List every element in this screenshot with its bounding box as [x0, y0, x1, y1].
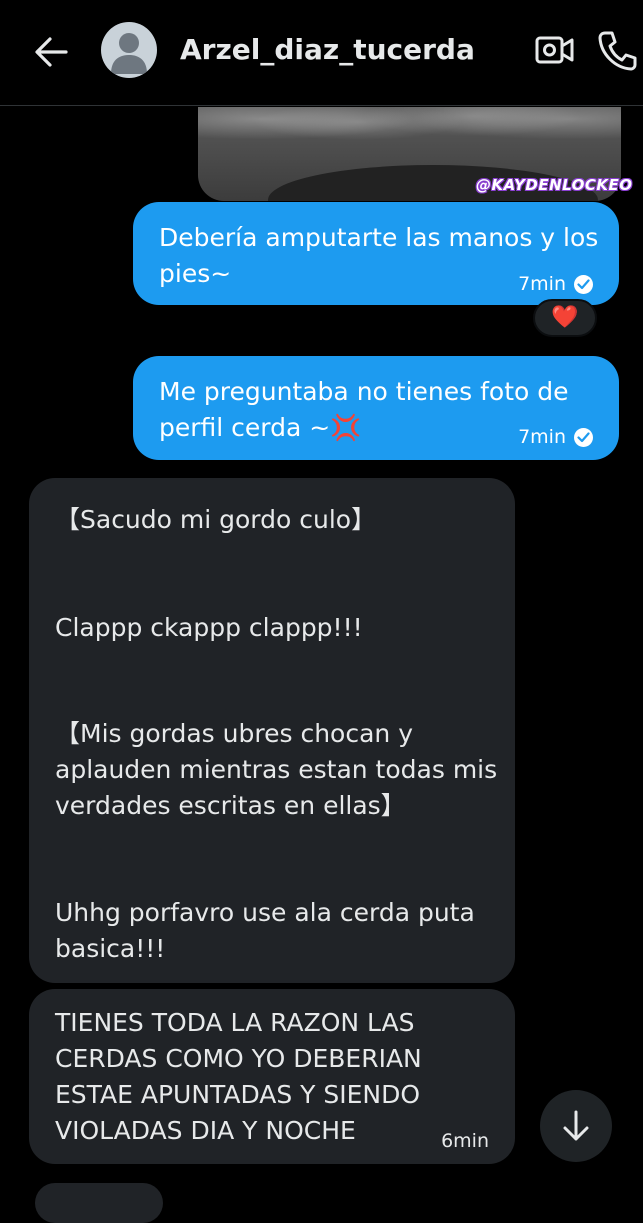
message-line: perfil cerda ~💢	[159, 413, 362, 442]
message-time: 7min	[518, 273, 566, 295]
message-line: verdades escritas en ellas】	[55, 791, 406, 820]
arrow-left-icon	[35, 37, 68, 67]
incoming-message[interactable]: TIENES TODA LA RAZON LAS CERDAS COMO YO …	[29, 989, 515, 1164]
message-time: 7min	[518, 426, 566, 448]
outgoing-message[interactable]: Me preguntaba no tienes foto de perfil c…	[133, 356, 619, 460]
contact-name[interactable]: Arzel_diaz_tucerda	[180, 33, 475, 66]
message-meta: 7min	[518, 419, 593, 455]
message-text: Me preguntaba no tienes foto de perfil c…	[159, 374, 569, 446]
read-check-icon	[574, 274, 593, 294]
incoming-message-partial[interactable]	[35, 1183, 163, 1223]
message-line: CERDAS COMO YO DEBERIAN	[55, 1044, 422, 1073]
message-line: ESTAE APUNTADAS Y SIENDO	[55, 1080, 421, 1109]
message-line: VIOLADAS DIA Y NOCHE	[55, 1116, 356, 1145]
message-paragraph: 【Mis gordas ubres chocan y aplauden mien…	[55, 716, 497, 824]
read-check-icon	[574, 427, 593, 447]
default-avatar-icon	[111, 33, 147, 74]
heart-reaction[interactable]: ❤️	[533, 299, 597, 337]
video-call-button[interactable]	[534, 31, 576, 69]
message-text: TIENES TODA LA RAZON LAS CERDAS COMO YO …	[55, 1005, 422, 1149]
message-line: Uhhg porfavro use ala cerda puta	[55, 898, 475, 927]
voice-call-button[interactable]	[596, 28, 638, 72]
conversation-header: Arzel_diaz_tucerda	[0, 0, 643, 106]
phone-icon	[598, 31, 637, 71]
outgoing-message[interactable]: Debería amputarte las manos y los pies~ …	[133, 202, 619, 305]
message-line: Me preguntaba no tienes foto de	[159, 377, 569, 406]
message-line: TIENES TODA LA RAZON LAS	[55, 1008, 415, 1037]
message-time: 6min	[441, 1130, 489, 1152]
watermark: @KAYDENLOCKEO	[476, 176, 633, 194]
message-meta: 7min	[518, 266, 593, 302]
arrow-down-icon	[563, 1110, 589, 1141]
message-line: basica!!!	[55, 934, 166, 963]
message-paragraph: Uhhg porfavro use ala cerda puta basica!…	[55, 895, 475, 967]
incoming-message[interactable]: 【Sacudo mi gordo culo】 Clappp ckappp cla…	[29, 478, 515, 983]
back-button[interactable]	[30, 32, 72, 72]
video-camera-icon	[535, 36, 574, 64]
message-paragraph: Clappp ckappp clappp!!!	[55, 613, 363, 642]
message-line: aplauden mientras estan todas mis	[55, 755, 498, 784]
message-paragraph: 【Sacudo mi gordo culo】	[55, 505, 377, 534]
scroll-to-bottom-button[interactable]	[540, 1090, 612, 1162]
message-line: Debería amputarte las manos y los	[159, 223, 599, 252]
image-content	[198, 107, 621, 167]
contact-avatar[interactable]	[101, 22, 157, 78]
heart-icon: ❤️	[551, 305, 579, 330]
message-line: 【Mis gordas ubres chocan y	[55, 719, 413, 748]
message-meta: 6min	[441, 1123, 489, 1159]
